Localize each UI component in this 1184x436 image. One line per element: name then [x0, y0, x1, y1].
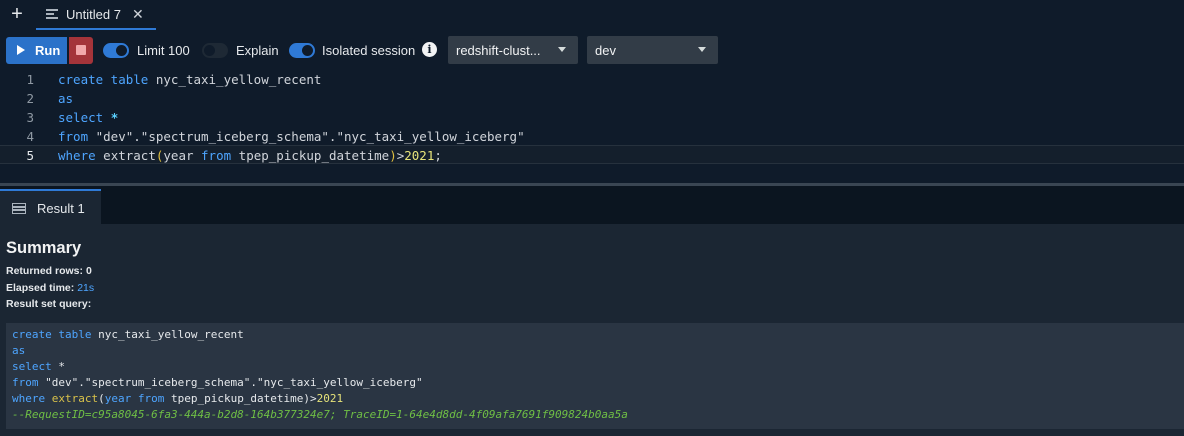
elapsed-time: Elapsed time: 21s	[6, 282, 94, 294]
results-tab-bar: Result 1	[0, 186, 1184, 224]
editor-line: 2 as	[0, 89, 1184, 108]
run-button[interactable]: Run	[6, 37, 67, 64]
result-set-query: create table nyc_taxi_yellow_recent as s…	[6, 323, 1184, 429]
chevron-down-icon	[698, 47, 706, 52]
stop-button[interactable]	[69, 37, 93, 64]
isolated-session-label: Isolated session	[322, 43, 416, 58]
line-number: 3	[26, 110, 34, 125]
result-set-query-label: Result set query:	[6, 298, 92, 310]
sql-editor[interactable]: 1 create table nyc_taxi_yellow_recent 2 …	[0, 70, 1184, 184]
limit-toggle[interactable]	[103, 43, 129, 58]
info-icon[interactable]: i	[422, 42, 437, 57]
database-value: dev	[595, 43, 616, 58]
tab-result-1[interactable]: Result 1	[0, 189, 101, 224]
tab-label: Untitled 7	[66, 7, 121, 22]
query-line: select *	[12, 360, 65, 373]
code-text: where extract(year from tpep_pickup_date…	[58, 148, 442, 163]
run-label: Run	[35, 43, 61, 58]
limit-label: Limit 100	[137, 43, 190, 58]
results-pane: Summary Returned rows: 0 Elapsed time: 2…	[0, 224, 1184, 436]
code-text: create table nyc_taxi_yellow_recent	[58, 72, 322, 87]
cluster-value: redshift-clust...	[456, 43, 541, 58]
query-comment: --RequestID=c95a8045-6fa3-444a-b2d8-164b…	[12, 408, 628, 421]
code-text: from "dev"."spectrum_iceberg_schema"."ny…	[58, 129, 525, 144]
editor-toolbar: Run Limit 100 Explain Isolated session i…	[0, 30, 1184, 70]
editor-line-active: 5 where extract(year from tpep_pickup_da…	[0, 145, 1184, 164]
code-text: select *	[58, 110, 119, 125]
summary-title: Summary	[6, 239, 82, 257]
editor-line: 1 create table nyc_taxi_yellow_recent	[0, 70, 1184, 89]
tab-untitled[interactable]: Untitled 7 ✕	[36, 0, 156, 30]
play-icon	[17, 45, 25, 55]
explain-toggle[interactable]	[202, 43, 228, 58]
line-number: 2	[26, 91, 34, 106]
stop-icon	[76, 45, 86, 55]
elapsed-label: Elapsed time:	[6, 282, 75, 294]
close-tab-icon[interactable]: ✕	[132, 6, 144, 23]
result-tab-label: Result 1	[37, 201, 85, 216]
query-line: create table nyc_taxi_yellow_recent	[12, 328, 244, 341]
line-number: 5	[26, 148, 34, 163]
returned-rows-label: Returned rows:	[6, 265, 84, 277]
line-number: 4	[26, 129, 34, 144]
returned-rows-value: 0	[85, 265, 92, 277]
elapsed-value[interactable]: 21s	[77, 282, 94, 294]
cluster-select[interactable]: redshift-clust...	[448, 36, 578, 64]
chevron-down-icon	[558, 47, 566, 52]
line-number: 1	[26, 72, 34, 87]
code-text: as	[58, 91, 74, 106]
query-line: where extract(year from tpep_pickup_date…	[12, 392, 344, 405]
query-line: from "dev"."spectrum_iceberg_schema"."ny…	[12, 376, 423, 389]
document-icon	[46, 9, 58, 20]
database-select[interactable]: dev	[587, 36, 718, 64]
query-line: as	[12, 344, 26, 357]
editor-line: 4 from "dev"."spectrum_iceberg_schema"."…	[0, 127, 1184, 146]
tab-bar: + Untitled 7 ✕	[0, 0, 1184, 30]
explain-label: Explain	[236, 43, 279, 58]
editor-line: 3 select *	[0, 108, 1184, 127]
isolated-session-toggle[interactable]	[289, 43, 315, 58]
returned-rows: Returned rows: 0	[6, 265, 92, 277]
new-tab-plus-icon[interactable]: +	[8, 4, 26, 24]
table-icon	[12, 203, 26, 214]
